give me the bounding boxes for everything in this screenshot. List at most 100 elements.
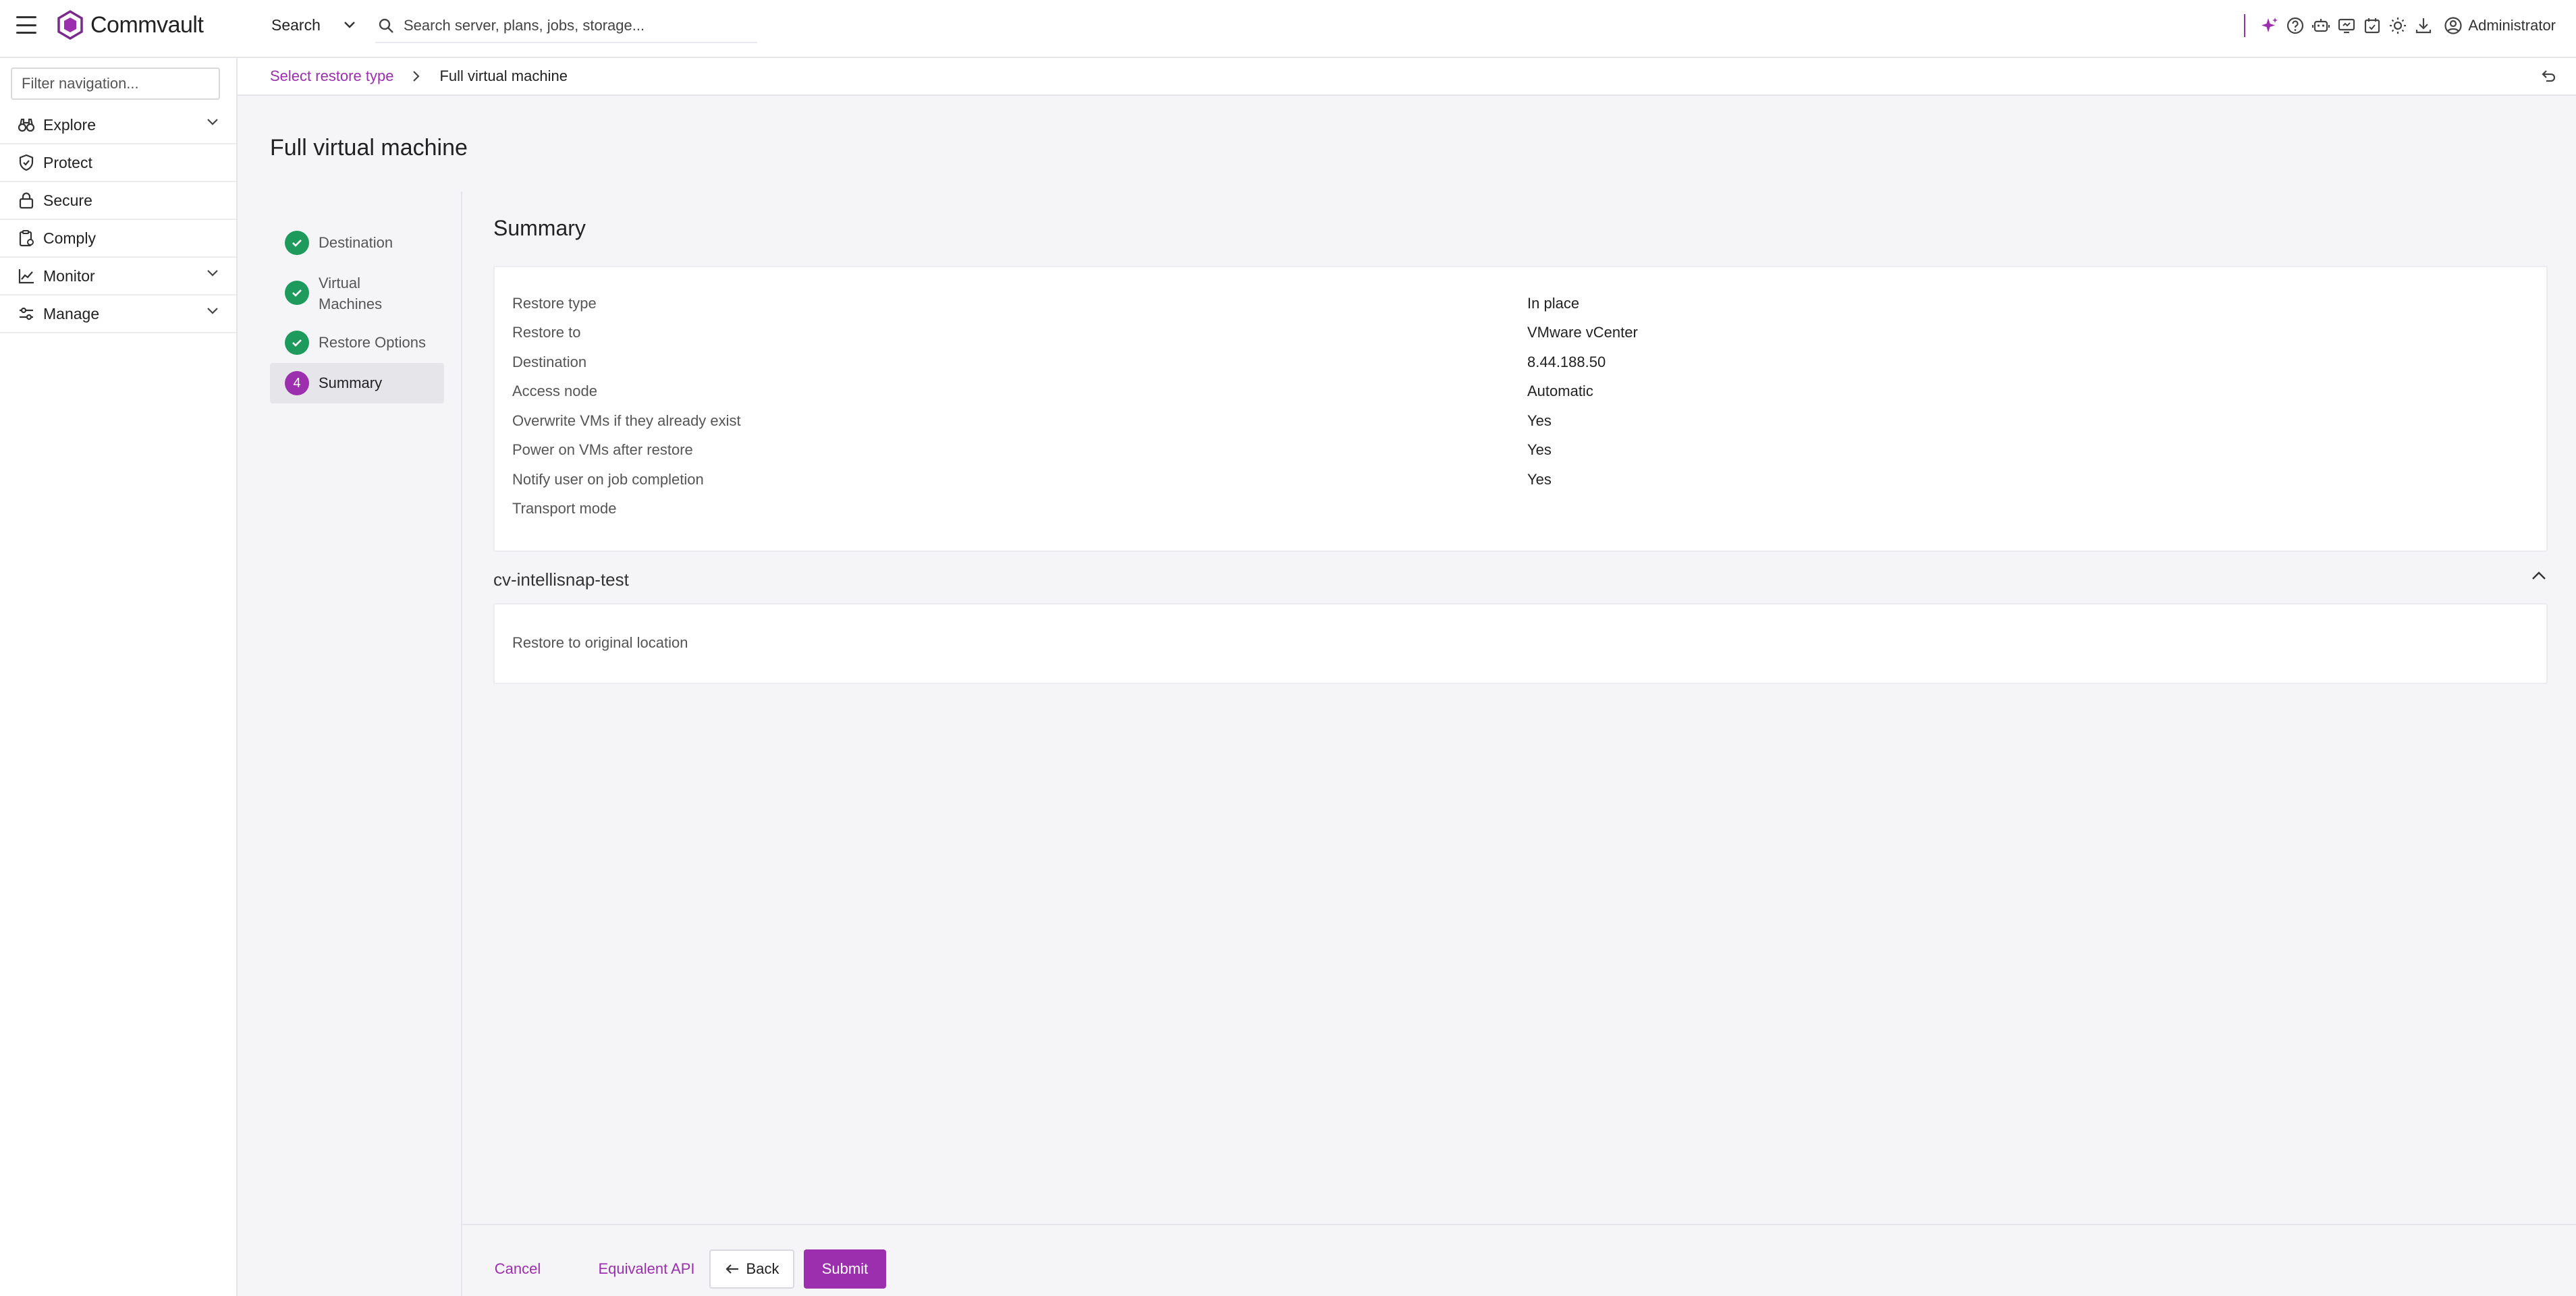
search-input[interactable] [404,17,728,34]
summary-row: Power on VMs after restore Yes [495,436,2546,466]
chart-line-icon [18,267,35,285]
sliders-icon [18,305,35,322]
vm-section-title: cv-intellisnap-test [493,569,629,590]
shield-icon [18,154,35,171]
sidebar-item-label: Secure [43,191,92,209]
sidebar-item-label: Protect [43,153,92,171]
ai-assistant-icon[interactable] [2260,16,2279,35]
summary-key: Restore to [512,324,581,341]
help-icon[interactable] [2286,16,2305,35]
summary-value: Yes [1527,470,1552,488]
summary-key: Overwrite VMs if they already exist [512,412,741,429]
user-menu[interactable]: Administrator [2444,16,2556,35]
sidebar-item-label: Comply [43,229,96,247]
summary-row: Transport mode [495,495,2546,524]
summary-key: Restore type [512,294,597,312]
summary-row: Destination 8.44.188.50 [495,347,2546,377]
sidebar-item-comply[interactable]: Comply [0,220,236,258]
robot-icon[interactable] [2311,16,2330,35]
theme-sun-icon[interactable] [2388,16,2407,35]
arrow-left-icon [725,1264,738,1274]
step-destination[interactable]: Destination [270,223,444,263]
summary-title: Summary [493,216,586,240]
wizard-content: Summary Restore type In place Restore to V… [461,192,2576,1224]
summary-key: Transport mode [512,500,617,517]
step-label: Restore Options [319,334,426,351]
summary-row: Restore type In place [495,289,2546,318]
commvault-logo-icon [57,10,83,40]
page-title: Full virtual machine [270,135,468,161]
user-name: Administrator [2468,17,2556,34]
breadcrumb-current: Full virtual machine [439,67,568,84]
summary-row: Restore to VMware vCenter [495,318,2546,348]
clipboard-icon [18,229,35,247]
divider [2244,14,2246,37]
wizard-footer: Cancel Equivalent API Back Submit [461,1224,2576,1296]
step-label: Summary [319,374,383,391]
step-restore-options[interactable]: Restore Options [270,322,444,363]
summary-value: 8.44.188.50 [1527,353,1606,370]
step-virtual-machines[interactable]: Virtual Machines [270,263,444,322]
top-bar: Commvault Search Admi [0,0,2576,58]
cancel-button[interactable]: Cancel [477,1249,558,1289]
monitor-icon[interactable] [2337,16,2356,35]
check-circle-icon [285,281,309,305]
step-summary[interactable]: 4 Summary [270,363,444,403]
undo-icon[interactable] [2540,67,2557,88]
back-button-label: Back [746,1260,779,1277]
menu-icon[interactable] [16,16,36,34]
summary-key: Access node [512,383,597,400]
check-circle-icon [285,231,309,255]
brand-logo[interactable]: Commvault [57,9,204,40]
sidebar-item-explore[interactable]: Explore [0,107,236,144]
submit-button[interactable]: Submit [804,1249,886,1289]
summary-value: In place [1527,294,1580,312]
user-avatar-icon [2444,17,2463,34]
calendar-icon[interactable] [2363,16,2382,35]
equivalent-api-button[interactable]: Equivalent API [569,1249,724,1289]
step-number-badge: 4 [285,371,309,395]
breadcrumb-link-select-restore-type[interactable]: Select restore type [270,67,393,85]
search-scope-dropdown[interactable]: Search [271,13,356,36]
chevron-up-icon[interactable] [2531,571,2546,584]
sidebar-item-monitor[interactable]: Monitor [0,258,236,295]
back-button[interactable]: Back [709,1249,794,1289]
sidebar-item-label: Monitor [43,266,95,285]
chevron-right-icon [412,70,420,82]
summary-value: Yes [1527,412,1552,429]
sidebar-item-manage[interactable]: Manage [0,295,236,333]
top-actions: Administrator [2244,12,2556,39]
summary-value: Automatic [1527,383,1593,400]
search-scope-label: Search [271,16,321,34]
sidebar-item-protect[interactable]: Protect [0,144,236,182]
breadcrumb: Select restore type Full virtual machine [238,58,2576,96]
sidebar-item-label: Manage [43,304,100,322]
summary-row: Access node Automatic [495,377,2546,407]
chevron-down-icon [344,22,355,28]
step-label: Virtual Machines [319,275,383,312]
chevron-down-icon [207,270,218,277]
global-search [375,9,757,43]
wizard-steps: Destination Virtual Machines Restore Opt… [270,223,444,403]
search-icon [379,18,393,33]
chevron-down-icon [207,119,218,125]
summary-value: Yes [1527,441,1552,459]
download-icon[interactable] [2414,16,2433,35]
summary-row: Overwrite VMs if they already exist Yes [495,406,2546,436]
summary-key: Power on VMs after restore [512,441,693,459]
chevron-down-icon [207,308,218,314]
filter-navigation-input[interactable] [11,67,220,100]
vm-section-card: Restore to original location [493,603,2548,684]
summary-value: VMware vCenter [1527,324,1638,341]
summary-key: Notify user on job completion [512,470,704,488]
summary-row: Notify user on job completion Yes [495,465,2546,495]
check-circle-icon [285,331,309,355]
brand-name: Commvault [90,11,204,38]
step-label: Destination [319,234,393,251]
sidebar-item-label: Explore [43,115,96,134]
summary-key: Destination [512,353,587,370]
lock-icon [18,192,35,209]
vm-restore-detail: Restore to original location [512,634,688,651]
sidebar: Explore Protect Secure Comply Monitor Ma… [0,58,238,1296]
sidebar-item-secure[interactable]: Secure [0,182,236,220]
